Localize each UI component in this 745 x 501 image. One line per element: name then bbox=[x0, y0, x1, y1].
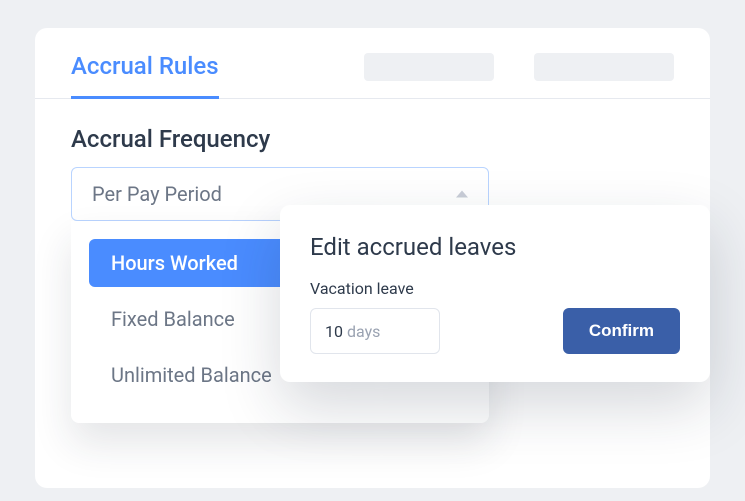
tab-placeholder-2[interactable] bbox=[534, 53, 674, 81]
edit-accrued-leaves-modal: Edit accrued leaves Vacation leave 10 da… bbox=[280, 205, 710, 382]
leave-value-input[interactable]: 10 days bbox=[310, 308, 440, 354]
modal-title: Edit accrued leaves bbox=[310, 233, 680, 261]
content-area: Accrual Frequency Per Pay Period Hours W… bbox=[35, 99, 710, 221]
leave-value-number: 10 bbox=[325, 322, 343, 341]
tab-accrual-rules[interactable]: Accrual Rules bbox=[71, 52, 219, 99]
leave-value-unit: days bbox=[347, 322, 380, 341]
section-title: Accrual Frequency bbox=[71, 125, 674, 153]
select-value: Per Pay Period bbox=[92, 182, 222, 206]
chevron-up-icon bbox=[456, 191, 468, 198]
modal-row: 10 days Confirm bbox=[310, 308, 680, 354]
confirm-button[interactable]: Confirm bbox=[563, 308, 680, 354]
modal-field-label: Vacation leave bbox=[310, 279, 680, 298]
tab-placeholder-1[interactable] bbox=[364, 53, 494, 81]
tabs-bar: Accrual Rules bbox=[35, 28, 710, 99]
